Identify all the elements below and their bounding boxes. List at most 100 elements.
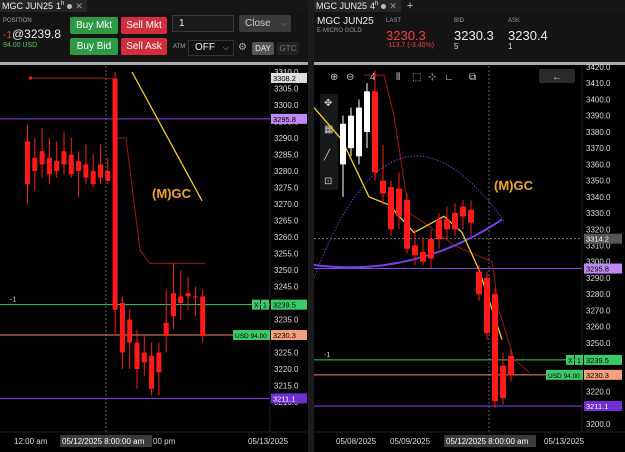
- candle-body: [171, 293, 176, 317]
- price-tick-label: 3285.0: [274, 151, 299, 160]
- candle-body: [61, 151, 67, 165]
- candle-body: [46, 157, 52, 175]
- price-tag-gray: 3314.2: [586, 235, 609, 244]
- price-tick-label: 3255.0: [274, 250, 299, 259]
- time-label-cursor: 05/12/2025 8:00:00 am: [62, 437, 145, 446]
- position-pnl-tag: USD 94.00: [235, 333, 267, 340]
- left-price-chart[interactable]: 3310.03305.03300.03295.03290.03285.03280…: [0, 0, 308, 452]
- time-label-end: 05/13/2025: [248, 437, 289, 446]
- candle-body: [200, 296, 206, 336]
- candle-body: [192, 296, 198, 298]
- candle-body: [468, 209, 474, 223]
- price-tick-label: 3320.0: [586, 225, 611, 234]
- price-tag-purple-top: 3295.8: [586, 265, 609, 274]
- price-tick-label: 3245.0: [274, 283, 299, 292]
- indicator-icon: ∟: [444, 72, 454, 83]
- right-price-chart[interactable]: ⊕ ⊖ 4 ⫴ ⬚ ⊹ ∟ ⧉ ←✥▦╱⊡3420.03410.03400.03390.0338…: [314, 0, 625, 452]
- price-tick-label: 3280.0: [274, 167, 299, 176]
- price-tick-label: 3330.0: [586, 209, 611, 218]
- candle-body: [83, 164, 89, 178]
- price-tick-label: 3260.0: [586, 323, 611, 332]
- price-tick-label: 3410.0: [586, 79, 611, 88]
- zoom-in-icon: ⊕: [330, 72, 338, 83]
- line-tool-icon: ╱: [323, 148, 331, 161]
- price-tick-label: 3260.0: [274, 233, 299, 242]
- candle-body: [149, 355, 155, 389]
- candle-body: [372, 91, 378, 173]
- time-label-end: 05/13/2025: [544, 437, 585, 446]
- price-tick-label: 3305.0: [274, 85, 299, 94]
- position-pnl-tag: USD 94.00: [548, 373, 580, 380]
- price-tick-label: 3350.0: [586, 177, 611, 186]
- time-label-d1: 05/08/2025: [336, 437, 377, 446]
- candle-body: [444, 219, 450, 230]
- order-qty: 1: [577, 358, 581, 365]
- price-tag-orange: 3230.3: [586, 371, 609, 380]
- price-tick-label: 3225.0: [274, 349, 299, 358]
- price-tag-orange: 3230.3: [273, 331, 296, 340]
- lock-icon: ⊡: [324, 176, 332, 187]
- order-qty: 1: [263, 303, 267, 310]
- price-tick-label: 3400.0: [586, 95, 611, 104]
- candle-body: [90, 171, 96, 185]
- candle-body: [476, 271, 482, 295]
- candle-body: [178, 296, 184, 303]
- price-tick-label: 3340.0: [586, 193, 611, 202]
- candle-body: [356, 107, 362, 157]
- time-label-mid: 00 pm: [153, 437, 176, 446]
- price-tag-purple-bottom: 3211.1: [586, 402, 608, 411]
- price-tick-label: 3370.0: [586, 144, 611, 153]
- price-tick-label: 3270.0: [274, 200, 299, 209]
- candle-body: [500, 365, 506, 399]
- back-arrow-icon: ←: [552, 72, 562, 83]
- time-label-start: 12:00 am: [14, 437, 48, 446]
- candle-body: [508, 355, 514, 376]
- candle-body: [364, 91, 370, 132]
- price-tick-label: 3265.0: [274, 217, 299, 226]
- select-icon: ⬚: [412, 72, 421, 83]
- bars-icon: ⫴: [396, 72, 400, 83]
- zoom-out-icon: ⊖: [346, 72, 354, 83]
- candle-body: [98, 164, 103, 178]
- candle-body: [32, 157, 38, 171]
- calendar-icon: ▦: [324, 124, 333, 135]
- right-chart-panel: MGC JUN25 4h ✕ + MGC JUN25 E-MICRO GOLD …: [314, 0, 625, 452]
- candle-body: [460, 206, 466, 217]
- order-cancel-x: X: [254, 303, 259, 310]
- candle-body: [420, 251, 426, 262]
- position-marker: -1: [10, 297, 16, 304]
- candle-body: [380, 180, 386, 194]
- price-tick-label: 3270.0: [586, 306, 611, 315]
- price-tick-label: 3420.0: [586, 63, 611, 72]
- candle-body: [484, 277, 490, 334]
- red-top-marker: [29, 76, 32, 80]
- price-tick-label: 3215.0: [274, 382, 299, 391]
- price-tick-label: 3300.0: [274, 101, 299, 110]
- time-label-cursor: 05/12/2025 8:00:00 am: [446, 437, 529, 446]
- chart-watermark: (M)GC: [494, 178, 534, 193]
- candle-body: [452, 213, 458, 230]
- left-chart-panel: MGC JUN25 1h ✕ POSITION -1 @3239.8 94.00…: [0, 0, 308, 452]
- price-tick-label: 3275.0: [274, 184, 299, 193]
- price-tick-label: 3280.0: [586, 290, 611, 299]
- position-marker: -1: [324, 352, 330, 359]
- price-tick-label: 3235.0: [274, 316, 299, 325]
- candle-body: [54, 161, 60, 171]
- candle-body: [68, 154, 74, 175]
- price-tick-label: 3290.0: [586, 274, 611, 283]
- price-tag-top: 3308.2: [273, 74, 296, 83]
- time-label-d2: 05/09/2025: [390, 437, 431, 446]
- candle-body: [412, 245, 418, 256]
- candle-body: [340, 123, 346, 165]
- candle-body: [119, 303, 125, 353]
- candle-body: [76, 161, 82, 171]
- candle-body: [127, 319, 133, 343]
- copy-icon: ⧉: [469, 72, 476, 83]
- candle-body: [112, 78, 118, 310]
- candle-body: [156, 352, 162, 373]
- candle-body: [39, 151, 45, 165]
- price-tick-label: 3220.0: [274, 365, 299, 374]
- chart-watermark: (M)GC: [152, 186, 192, 201]
- price-tag-green: 3239.5: [586, 356, 609, 365]
- candle-body: [404, 200, 410, 249]
